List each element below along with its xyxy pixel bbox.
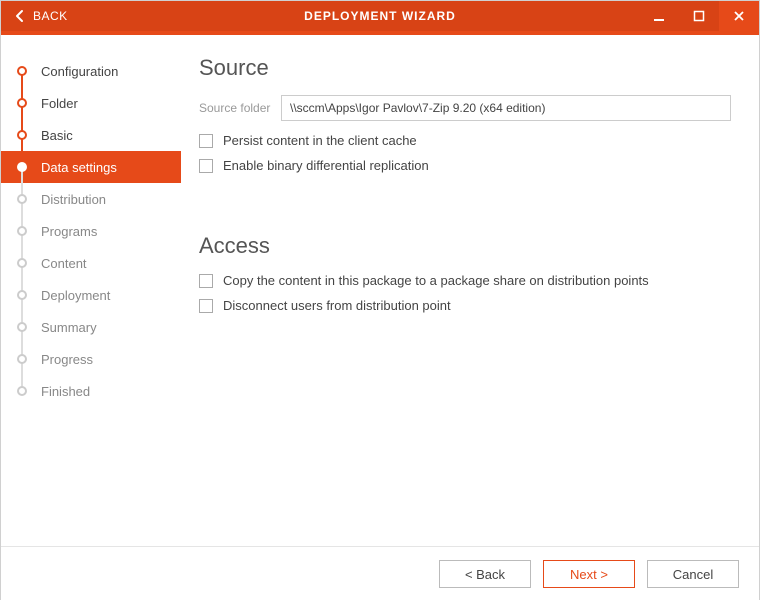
back-label: BACK	[33, 9, 68, 23]
step-label: Data settings	[41, 160, 117, 175]
step-dot-icon	[17, 130, 27, 140]
source-folder-row: Source folder	[199, 95, 731, 121]
step-label: Folder	[41, 96, 78, 111]
step-label: Content	[41, 256, 87, 271]
step-label: Finished	[41, 384, 90, 399]
source-folder-label: Source folder	[199, 101, 271, 115]
step-dot-icon	[17, 194, 27, 204]
disconnect-users-label: Disconnect users from distribution point	[223, 298, 451, 313]
binary-diff-checkbox[interactable]	[199, 159, 213, 173]
step-label: Configuration	[41, 64, 118, 79]
content-area: Configuration Folder Basic Data settings	[1, 37, 759, 546]
step-basic[interactable]: Basic	[17, 119, 181, 151]
step-dot-icon	[17, 226, 27, 236]
titlebar: BACK DEPLOYMENT WIZARD	[1, 1, 759, 31]
step-dot-icon	[17, 258, 27, 268]
step-label: Progress	[41, 352, 93, 367]
disconnect-users-checkbox[interactable]	[199, 299, 213, 313]
copy-content-checkbox[interactable]	[199, 274, 213, 288]
step-finished[interactable]: Finished	[17, 375, 181, 407]
access-section-title: Access	[199, 233, 731, 259]
copy-content-row: Copy the content in this package to a pa…	[199, 273, 731, 288]
step-label: Basic	[41, 128, 73, 143]
step-folder[interactable]: Folder	[17, 87, 181, 119]
persist-cache-checkbox[interactable]	[199, 134, 213, 148]
step-dot-icon	[17, 386, 27, 396]
window-title: DEPLOYMENT WIZARD	[304, 9, 456, 23]
minimize-icon	[653, 10, 665, 22]
step-label: Deployment	[41, 288, 110, 303]
step-content[interactable]: Content	[17, 247, 181, 279]
step-data-settings[interactable]: Data settings	[1, 151, 181, 183]
back-button[interactable]: BACK	[1, 1, 80, 31]
step-distribution[interactable]: Distribution	[17, 183, 181, 215]
step-dot-icon	[17, 66, 27, 76]
step-dot-icon	[17, 322, 27, 332]
binary-diff-label: Enable binary differential replication	[223, 158, 429, 173]
back-nav-button[interactable]: < Back	[439, 560, 531, 588]
maximize-icon	[693, 10, 705, 22]
step-summary[interactable]: Summary	[17, 311, 181, 343]
wizard-footer: < Back Next > Cancel	[1, 546, 759, 601]
source-section-title: Source	[199, 55, 731, 81]
wizard-steps: Configuration Folder Basic Data settings	[17, 55, 181, 407]
window-controls	[639, 1, 759, 31]
binary-diff-row: Enable binary differential replication	[199, 158, 731, 173]
persist-cache-row: Persist content in the client cache	[199, 133, 731, 148]
step-label: Programs	[41, 224, 97, 239]
step-deployment[interactable]: Deployment	[17, 279, 181, 311]
next-button[interactable]: Next >	[543, 560, 635, 588]
cancel-button[interactable]: Cancel	[647, 560, 739, 588]
close-button[interactable]	[719, 1, 759, 31]
step-configuration[interactable]: Configuration	[17, 55, 181, 87]
minimize-button[interactable]	[639, 1, 679, 31]
disconnect-users-row: Disconnect users from distribution point	[199, 298, 731, 313]
wizard-sidebar: Configuration Folder Basic Data settings	[1, 37, 181, 546]
source-folder-input[interactable]	[281, 95, 731, 121]
step-dot-icon	[17, 354, 27, 364]
copy-content-label: Copy the content in this package to a pa…	[223, 273, 649, 288]
persist-cache-label: Persist content in the client cache	[223, 133, 417, 148]
step-label: Distribution	[41, 192, 106, 207]
step-label: Summary	[41, 320, 97, 335]
step-dot-icon	[17, 162, 27, 172]
close-icon	[733, 10, 745, 22]
step-dot-icon	[17, 290, 27, 300]
main-panel: Source Source folder Persist content in …	[181, 37, 759, 546]
maximize-button[interactable]	[679, 1, 719, 31]
step-programs[interactable]: Programs	[17, 215, 181, 247]
step-progress[interactable]: Progress	[17, 343, 181, 375]
back-arrow-icon	[13, 9, 27, 23]
step-dot-icon	[17, 98, 27, 108]
